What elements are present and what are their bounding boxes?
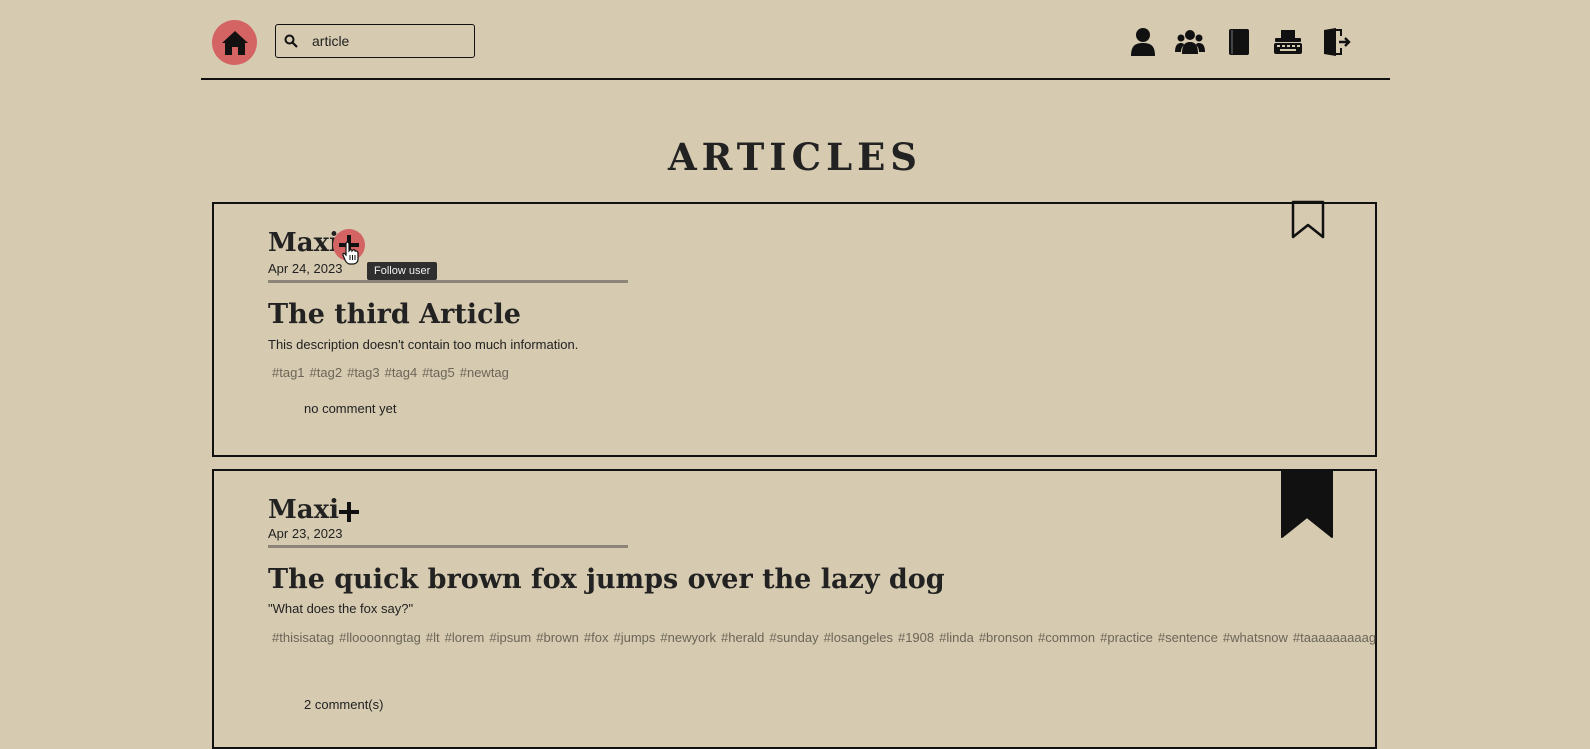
tag[interactable]: #tag3 xyxy=(347,365,380,380)
bookmark-outline-icon[interactable] xyxy=(1291,200,1325,240)
tag[interactable]: #brown xyxy=(536,630,579,645)
search-input[interactable] xyxy=(310,32,464,50)
page-title: ARTICLES xyxy=(667,135,923,179)
tag[interactable]: #lt xyxy=(426,630,440,645)
article-title[interactable]: The third Article xyxy=(268,299,521,330)
search-icon xyxy=(284,34,298,48)
profile-icon[interactable] xyxy=(1127,26,1159,58)
tag[interactable]: #practice xyxy=(1100,630,1153,645)
tag-list: #tag1 #tag2 #tag3 #tag4 #tag5 #newtag xyxy=(272,362,1322,383)
tag[interactable]: #jumps xyxy=(613,630,655,645)
tag[interactable]: #tag2 xyxy=(310,365,343,380)
tag[interactable]: #lorem xyxy=(445,630,485,645)
article-card: Maxi Apr 24, 2023 The third Article This… xyxy=(212,200,1377,457)
book-icon[interactable] xyxy=(1223,26,1255,58)
users-icon[interactable] xyxy=(1174,26,1206,58)
plus-icon xyxy=(339,502,359,522)
article-title[interactable]: The quick brown fox jumps over the lazy … xyxy=(268,564,945,595)
tag[interactable]: #tag4 xyxy=(385,365,418,380)
article-date: Apr 23, 2023 xyxy=(268,526,343,541)
home-icon xyxy=(221,30,248,55)
top-navbar xyxy=(201,0,1390,80)
follow-user-tooltip: Follow user xyxy=(367,262,438,280)
tag[interactable]: #whatsnow xyxy=(1223,630,1288,645)
article-date: Apr 24, 2023 xyxy=(268,261,343,276)
tag[interactable]: #sentence xyxy=(1158,630,1218,645)
article-card: Maxi Apr 23, 2023 The quick brown fox ju… xyxy=(212,469,1377,749)
bookmark-filled-icon[interactable] xyxy=(1281,469,1333,541)
article-description: "What does the fox say?" xyxy=(268,601,414,616)
divider xyxy=(268,280,628,283)
tag[interactable]: #newtag xyxy=(460,365,509,380)
tag[interactable]: #common xyxy=(1038,630,1095,645)
author-name[interactable]: Maxi xyxy=(268,495,339,525)
tag[interactable]: #1908 xyxy=(898,630,934,645)
article-description: This description doesn't contain too muc… xyxy=(268,337,579,352)
tag[interactable]: #losangeles xyxy=(824,630,893,645)
search-bar[interactable] xyxy=(275,24,475,58)
tag[interactable]: #taaaaaaaaag xyxy=(1293,630,1376,645)
follow-user-button[interactable] xyxy=(333,496,365,528)
tag-list: #thisisatag #lloooonngtag #lt #lorem #ipsum #… xyxy=(272,627,1376,648)
comments-link[interactable]: 2 comment(s) xyxy=(304,697,383,712)
divider xyxy=(268,545,628,548)
author-name[interactable]: Maxi xyxy=(268,228,339,258)
tag[interactable]: #herald xyxy=(721,630,764,645)
tag[interactable]: #lloooonngtag xyxy=(339,630,421,645)
home-button[interactable] xyxy=(212,20,257,65)
tag[interactable]: #tag5 xyxy=(422,365,455,380)
tag[interactable]: #linda xyxy=(939,630,974,645)
logout-icon[interactable] xyxy=(1321,26,1353,58)
tag[interactable]: #bronson xyxy=(979,630,1033,645)
tag[interactable]: #sunday xyxy=(769,630,818,645)
tag[interactable]: #ipsum xyxy=(489,630,531,645)
tag[interactable]: #fox xyxy=(584,630,609,645)
typewriter-icon[interactable] xyxy=(1272,26,1304,58)
tag[interactable]: #newyork xyxy=(660,630,716,645)
tag[interactable]: #thisisatag xyxy=(272,630,334,645)
tag[interactable]: #tag1 xyxy=(272,365,305,380)
comments-link[interactable]: no comment yet xyxy=(304,401,397,416)
hand-pointer-cursor-icon xyxy=(342,241,359,265)
